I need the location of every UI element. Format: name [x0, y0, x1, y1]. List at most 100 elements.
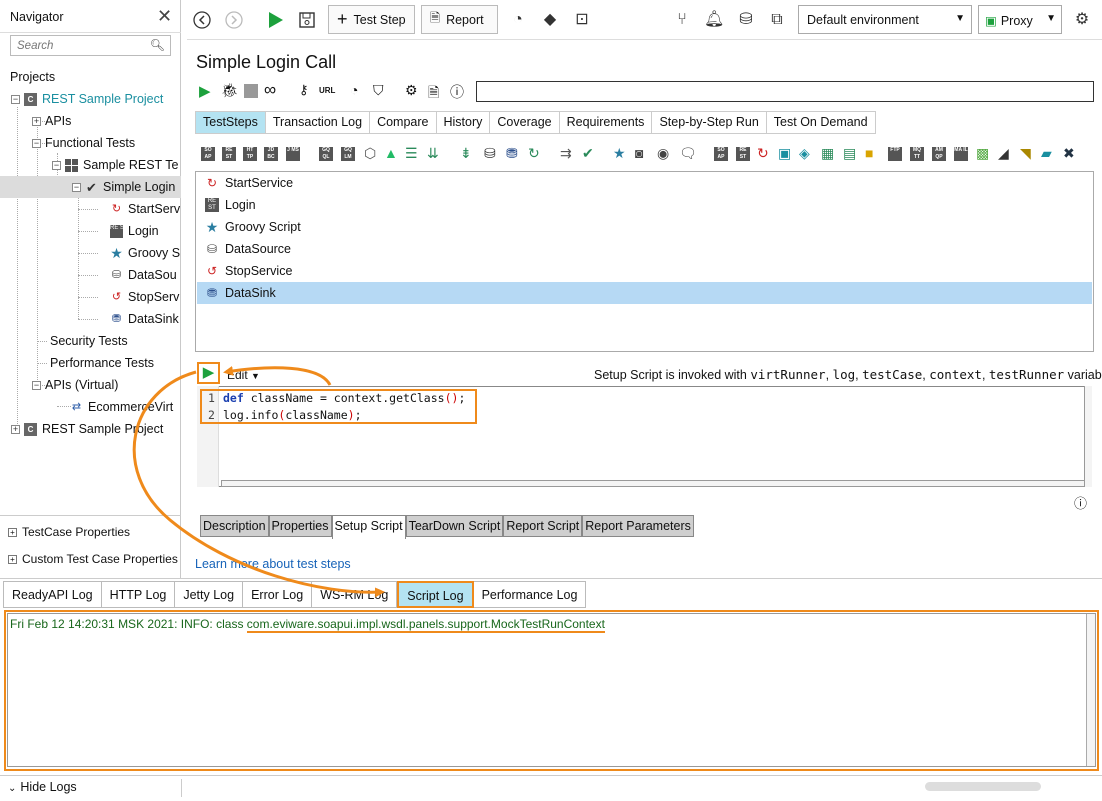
tree-item-step[interactable]: ⛁ DataSou [110, 264, 177, 286]
gear-icon[interactable]: ⚙ [405, 82, 418, 99]
mqtt-icon[interactable]: MQ TT [910, 147, 924, 161]
image-icon-3[interactable]: ◥ [1020, 145, 1031, 162]
graphql-query-icon[interactable]: GQ QL [319, 147, 333, 161]
hide-logs-button[interactable]: ⌄ Hide Logs [8, 780, 77, 794]
tab-teardown-script[interactable]: TearDown Script [405, 515, 504, 537]
tab-coverage[interactable]: Coverage [490, 111, 560, 134]
bell-icon[interactable]: 🔔︎ [704, 10, 724, 30]
git-icon[interactable]: ⑂ [672, 10, 692, 30]
tab-jetty-log[interactable]: Jetty Log [175, 581, 244, 608]
tree-item-step[interactable]: ★ Groovy S [110, 242, 180, 264]
diamond-icon[interactable]: ◆ [540, 10, 560, 30]
amqp-icon[interactable]: AM QP [932, 147, 946, 161]
run-icon[interactable]: ▶ [199, 82, 211, 100]
tab-compare[interactable]: Compare [370, 111, 437, 134]
virt-icon[interactable]: ▣ [778, 145, 791, 162]
manual-icon[interactable]: ◉ [657, 145, 669, 162]
loop-icon[interactable]: ∞ [264, 80, 276, 100]
tab-transaction-log[interactable]: Transaction Log [265, 111, 371, 134]
close-icon[interactable]: ✕ [157, 6, 172, 27]
environment-select[interactable]: Default environment ▼ [798, 5, 972, 34]
transfer-icon[interactable]: ⇊ [427, 145, 439, 162]
jms-step-icon[interactable]: J MS [286, 147, 300, 161]
add-test-step-button[interactable]: + Test Step [328, 5, 415, 34]
search-field[interactable]: 🔍︎ [10, 35, 171, 56]
tab-performance-log[interactable]: Performance Log [473, 581, 587, 608]
tree-item-apis[interactable]: + APIs [32, 110, 71, 132]
search-input[interactable] [11, 36, 147, 55]
tab-description[interactable]: Description [200, 515, 269, 537]
http-step-icon[interactable]: HT TP [243, 147, 257, 161]
back-icon[interactable] [192, 10, 212, 30]
tree-item-step[interactable]: RE STLogin [110, 220, 159, 242]
properties-icon[interactable]: ☰ [405, 145, 418, 162]
table-icon[interactable]: ▤ [843, 145, 856, 162]
collapse-icon[interactable]: − [32, 139, 41, 149]
assertion-icon[interactable]: ▲ [384, 145, 398, 161]
folder-icon[interactable]: ■ [865, 145, 873, 161]
document-icon[interactable]: 🗎 [428, 82, 439, 106]
expand-icon[interactable]: + [32, 117, 41, 127]
tree-item-performance-tests[interactable]: Performance Tests [50, 352, 154, 374]
tab-setup-script[interactable]: Setup Script [331, 515, 406, 539]
tree-item-step[interactable]: ↻ StartServ [110, 198, 180, 220]
datasource-icon[interactable]: ⛁ [484, 145, 496, 162]
list-item[interactable]: ★ Groovy Script [197, 216, 1092, 238]
scrollbar[interactable] [1086, 614, 1095, 766]
scrollbar[interactable] [221, 480, 1085, 487]
tab-wsrm-log[interactable]: WS-RM Log [312, 581, 398, 608]
datagen-icon[interactable]: ⇟ [460, 145, 472, 162]
tree-item-functional-tests[interactable]: − Functional Tests [32, 132, 135, 154]
groovy-icon[interactable]: ★ [613, 145, 626, 162]
rest-step-icon[interactable]: RE ST [222, 147, 236, 161]
image-icon-2[interactable]: ◢ [998, 145, 1009, 162]
database-icon[interactable]: ⛁ [736, 10, 756, 30]
report-button[interactable]: 🗎 Report [421, 5, 498, 34]
tab-test-on-demand[interactable]: Test On Demand [766, 111, 876, 134]
expand-icon[interactable]: + [11, 425, 20, 435]
testcase-properties-expander[interactable]: + TestCase Properties [8, 525, 130, 539]
lock-icon[interactable]: ◈ [799, 145, 810, 162]
tree-item-suite[interactable]: − Sample REST Te [52, 154, 178, 176]
list-item[interactable]: ⛃ DataSink [197, 282, 1092, 304]
stop-icon[interactable] [244, 84, 258, 98]
collapse-icon[interactable]: − [52, 161, 61, 171]
list-item[interactable]: ↺ StopService [197, 260, 1092, 282]
comment-icon[interactable]: 🗨︎ [679, 145, 697, 162]
tab-script-log[interactable]: Script Log [397, 581, 474, 608]
run-icon[interactable] [265, 10, 285, 30]
tab-teststeps[interactable]: TestSteps [195, 111, 266, 134]
delay-icon[interactable]: ◙ [635, 145, 643, 161]
script-log-output[interactable] [7, 613, 1096, 767]
learn-more-link[interactable]: Learn more about test steps [195, 557, 351, 571]
shield-icon[interactable]: ⛉ [373, 82, 384, 99]
list-item[interactable]: ↻ StartService [197, 172, 1092, 194]
tab-history[interactable]: History [436, 111, 491, 134]
tab-step-by-step-run[interactable]: Step-by-Step Run [652, 111, 767, 134]
image-icon-4[interactable]: ▰ [1041, 145, 1052, 162]
tab-properties[interactable]: Properties [268, 515, 332, 537]
edit-menu[interactable]: Edit ▼ [227, 368, 260, 382]
tab-http-log[interactable]: HTTP Log [101, 581, 176, 608]
datasink-icon[interactable]: ⛃ [506, 145, 518, 162]
datasource-loop-icon[interactable]: ↻ [528, 145, 540, 162]
collapse-icon[interactable]: − [32, 381, 41, 391]
description-input[interactable] [476, 81, 1094, 102]
window-icon[interactable]: ⧉ [767, 10, 787, 30]
list-item[interactable]: RE ST Login [197, 194, 1092, 216]
goto-icon[interactable]: ⇉ [560, 145, 572, 162]
key-icon[interactable]: ⚷ [299, 82, 309, 98]
custom-properties-expander[interactable]: + Custom Test Case Properties [8, 552, 178, 566]
tree-item-rest-sample-project-2[interactable]: + C REST Sample Project [11, 418, 163, 440]
gear-icon[interactable]: ⚙ [1072, 10, 1092, 30]
debug-icon[interactable]: 🐞︎ [221, 82, 239, 99]
rest-mock-icon[interactable]: RE ST [736, 147, 750, 161]
info-icon[interactable]: ⓘ [450, 82, 464, 102]
gauge-icon[interactable]: ◔ [508, 10, 528, 30]
graphql-icon[interactable]: ⬡ [364, 145, 376, 162]
start-service-icon[interactable]: ↻ [757, 145, 769, 162]
scrollbar[interactable] [1084, 386, 1092, 487]
scan-icon[interactable]: ⊡ [572, 10, 592, 30]
image-icon-5[interactable]: ✖ [1063, 145, 1075, 162]
jdbc-step-icon[interactable]: JD BC [264, 147, 278, 161]
